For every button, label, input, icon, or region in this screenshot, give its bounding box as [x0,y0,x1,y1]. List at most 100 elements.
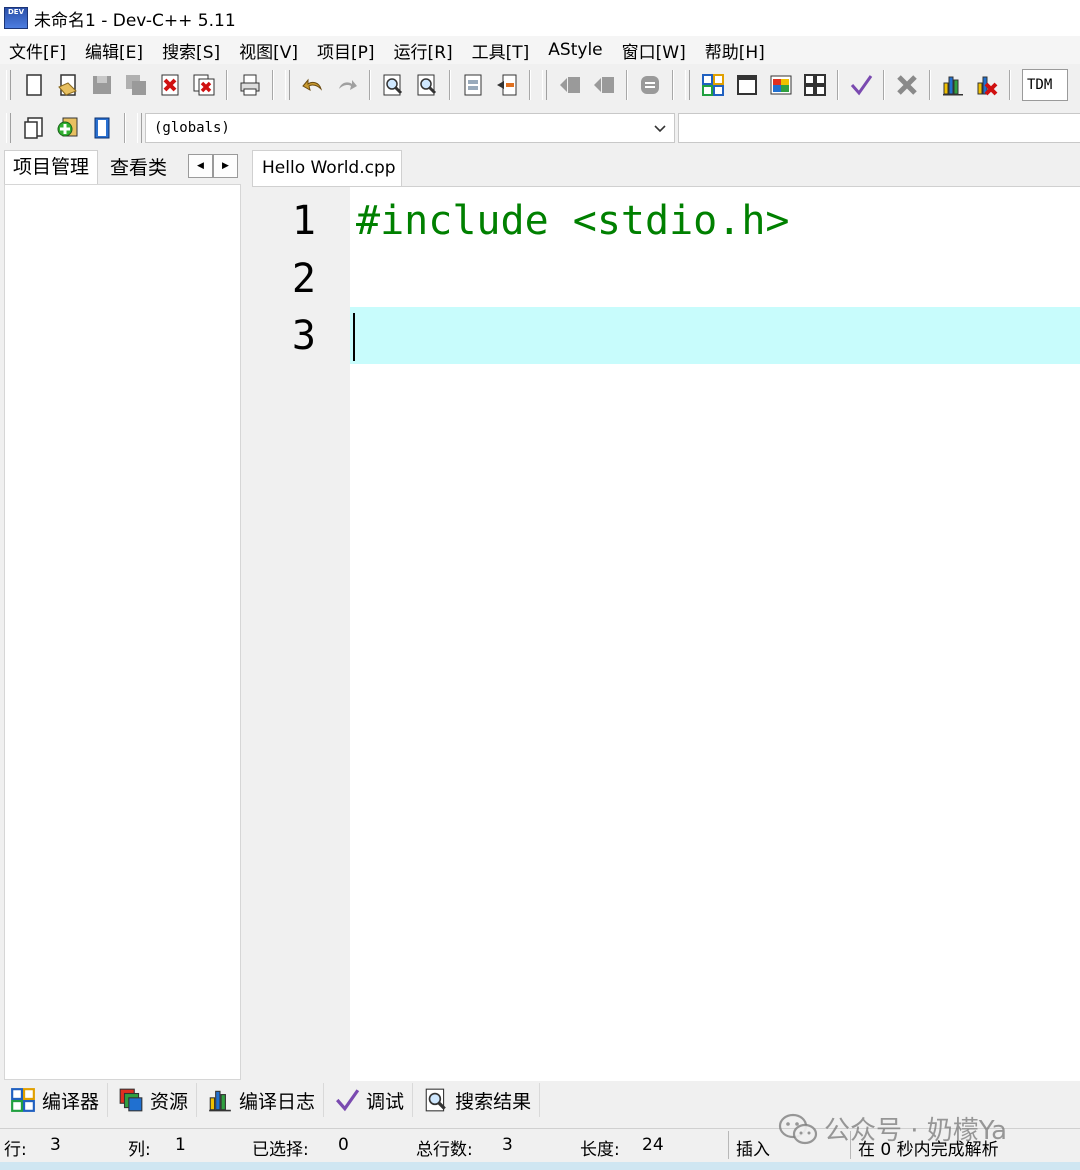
compile-log-icon [209,1090,231,1112]
redo-icon [339,80,357,90]
colors-button[interactable] [767,71,795,99]
tiles-button[interactable] [801,71,829,99]
undo-icon [302,78,323,92]
tab-class-browser[interactable]: 查看类 [102,152,176,186]
menu-view[interactable]: 视图[V] [230,38,308,63]
menu-window[interactable]: 窗口[W] [613,38,696,63]
tab-compiler[interactable]: 编译器 [4,1083,109,1117]
save-button[interactable] [88,71,116,99]
menu-astyle[interactable]: AStyle [539,40,612,60]
text-caret [353,313,355,361]
tab-resources[interactable]: 资源 [112,1083,198,1117]
new-file-button[interactable] [20,71,48,99]
close-file-button[interactable] [156,71,184,99]
debug-check-icon [336,1089,360,1112]
project-book-icon [94,117,110,139]
toolbar-grip[interactable] [6,113,11,143]
toggle-comment-icon [641,76,659,94]
close-all-button[interactable] [190,71,218,99]
print-icon [240,74,260,96]
editor-tab-hello-world[interactable]: Hello World.cpp [252,150,402,186]
watermark-text: 公众号 · 奶檬Ya [824,1116,1008,1146]
new-file-icon [26,74,42,96]
bookmark-button[interactable] [493,71,521,99]
open-file-button[interactable] [54,71,82,99]
bar-chart-icon [943,76,963,96]
tab-label: 编译器 [42,1090,100,1113]
line-number: 2 [291,256,316,302]
delete-profile-button[interactable] [973,71,1001,99]
line-number: 3 [291,313,316,359]
tab-compile-log[interactable]: 编译日志 [201,1083,325,1117]
menu-project[interactable]: 项目[P] [308,38,385,63]
add-plus-icon [57,117,78,137]
chevron-down-icon[interactable] [652,119,668,137]
line-number: 1 [291,198,316,244]
status-selected-value: 0 [338,1135,349,1155]
replace-button[interactable] [413,71,441,99]
code-text[interactable]: #include <stdio.h> [356,192,789,250]
indent-button[interactable] [556,71,584,99]
scope-combobox[interactable]: (globals) [145,113,675,143]
save-all-button[interactable] [122,71,150,99]
window-title: 未命名1 - Dev-C++ 5.11 [34,10,236,31]
check-syntax-button[interactable] [847,71,875,99]
stop-x-icon [897,75,917,95]
menu-file[interactable]: 文件[F] [0,38,76,63]
tab-search-results[interactable]: 搜索结果 [417,1083,541,1117]
resources-icon [119,1088,143,1112]
project-tree-panel[interactable] [4,184,241,1080]
tab-scroll-left-button[interactable]: ◀ [188,154,213,178]
member-combobox[interactable] [678,113,1080,143]
print-button[interactable] [236,71,264,99]
tab-project-manager[interactable]: 项目管理 [4,150,99,184]
tab-debug[interactable]: 调试 [328,1083,414,1117]
status-length-value: 24 [642,1135,664,1155]
watermark: 公众号 · 奶檬Ya [778,1110,1007,1147]
scope-value: (globals) [154,120,230,136]
tab-scroll-right-button[interactable]: ▶ [213,154,238,178]
menu-edit[interactable]: 编辑[E] [76,38,153,63]
status-row-label: 行: [4,1140,27,1160]
tab-scroller: ◀ ▶ [188,154,242,178]
goto-line-icon [464,74,482,96]
menu-run[interactable]: 运行[R] [385,38,463,63]
undo-button[interactable] [299,71,327,99]
find-button[interactable] [379,71,407,99]
status-col-value: 1 [175,1135,186,1155]
status-total-lines-value: 3 [502,1135,513,1155]
goto-line-button[interactable] [459,71,487,99]
new-project-button[interactable] [699,71,727,99]
code-line[interactable]: 1 #include <stdio.h> [252,192,1080,250]
code-line[interactable]: 3 [252,307,1080,365]
compiler-select[interactable]: TDM [1022,69,1068,101]
tiles-icon [804,74,826,96]
insert-button[interactable] [20,114,48,142]
status-insert-mode: 插入 [736,1140,770,1160]
menu-tools[interactable]: 工具[T] [463,38,540,63]
wechat-icon [778,1113,818,1144]
code-editor[interactable]: 1 #include <stdio.h> 2 3 [252,186,1080,1081]
profile-button[interactable] [939,71,967,99]
menu-search[interactable]: 搜索[S] [153,38,230,63]
main-toolbar: TDM [0,66,1080,104]
unindent-button[interactable] [590,71,618,99]
menu-bar: 文件[F] 编辑[E] 搜索[S] 视图[V] 项目[P] 运行[R] 工具[T… [0,36,1080,64]
status-length-label: 长度: [580,1140,620,1160]
remove-from-project-button[interactable] [88,114,116,142]
find-icon [383,74,403,96]
code-line[interactable]: 2 [252,250,1080,308]
menu-help[interactable]: 帮助[H] [696,38,775,63]
open-file-icon [58,74,77,96]
close-file-icon [161,74,179,96]
app-logo-icon: DEV [4,7,28,29]
redo-button[interactable] [333,71,361,99]
taskbar-strip [0,1162,1080,1170]
toggle-comment-button[interactable] [636,71,664,99]
window-button[interactable] [733,71,761,99]
toolbar-grip[interactable] [6,70,11,100]
stop-button[interactable] [893,71,921,99]
add-to-project-button[interactable] [54,114,82,142]
replace-icon [417,74,437,96]
checkmark-icon [850,75,873,96]
